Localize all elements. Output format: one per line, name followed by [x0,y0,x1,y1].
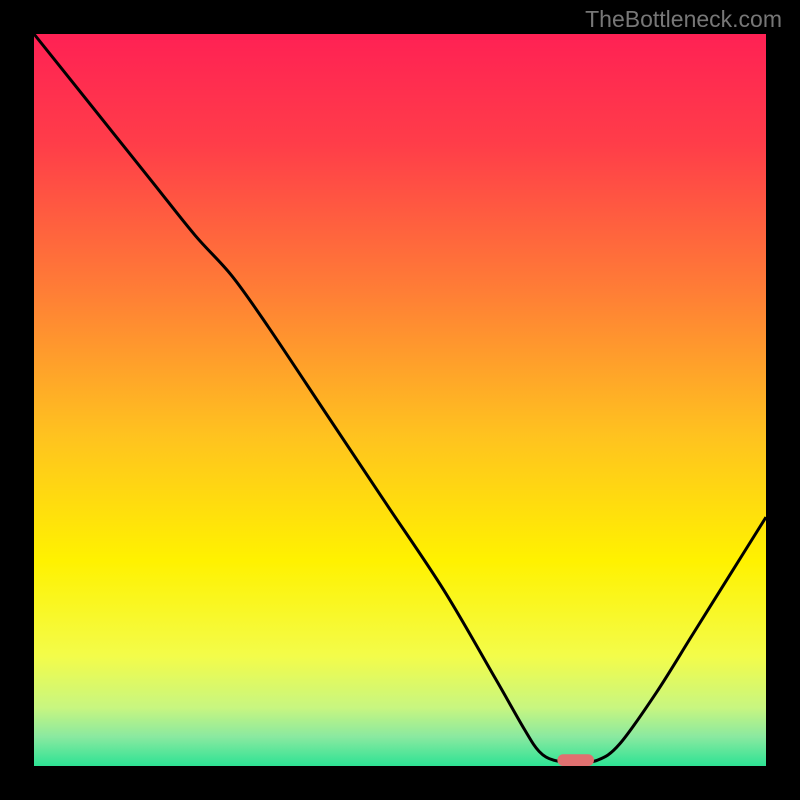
optimal-marker [557,754,594,766]
plot-background [34,34,766,766]
watermark-text: TheBottleneck.com [585,6,782,33]
bottleneck-chart [0,0,800,800]
chart-container: TheBottleneck.com [0,0,800,800]
